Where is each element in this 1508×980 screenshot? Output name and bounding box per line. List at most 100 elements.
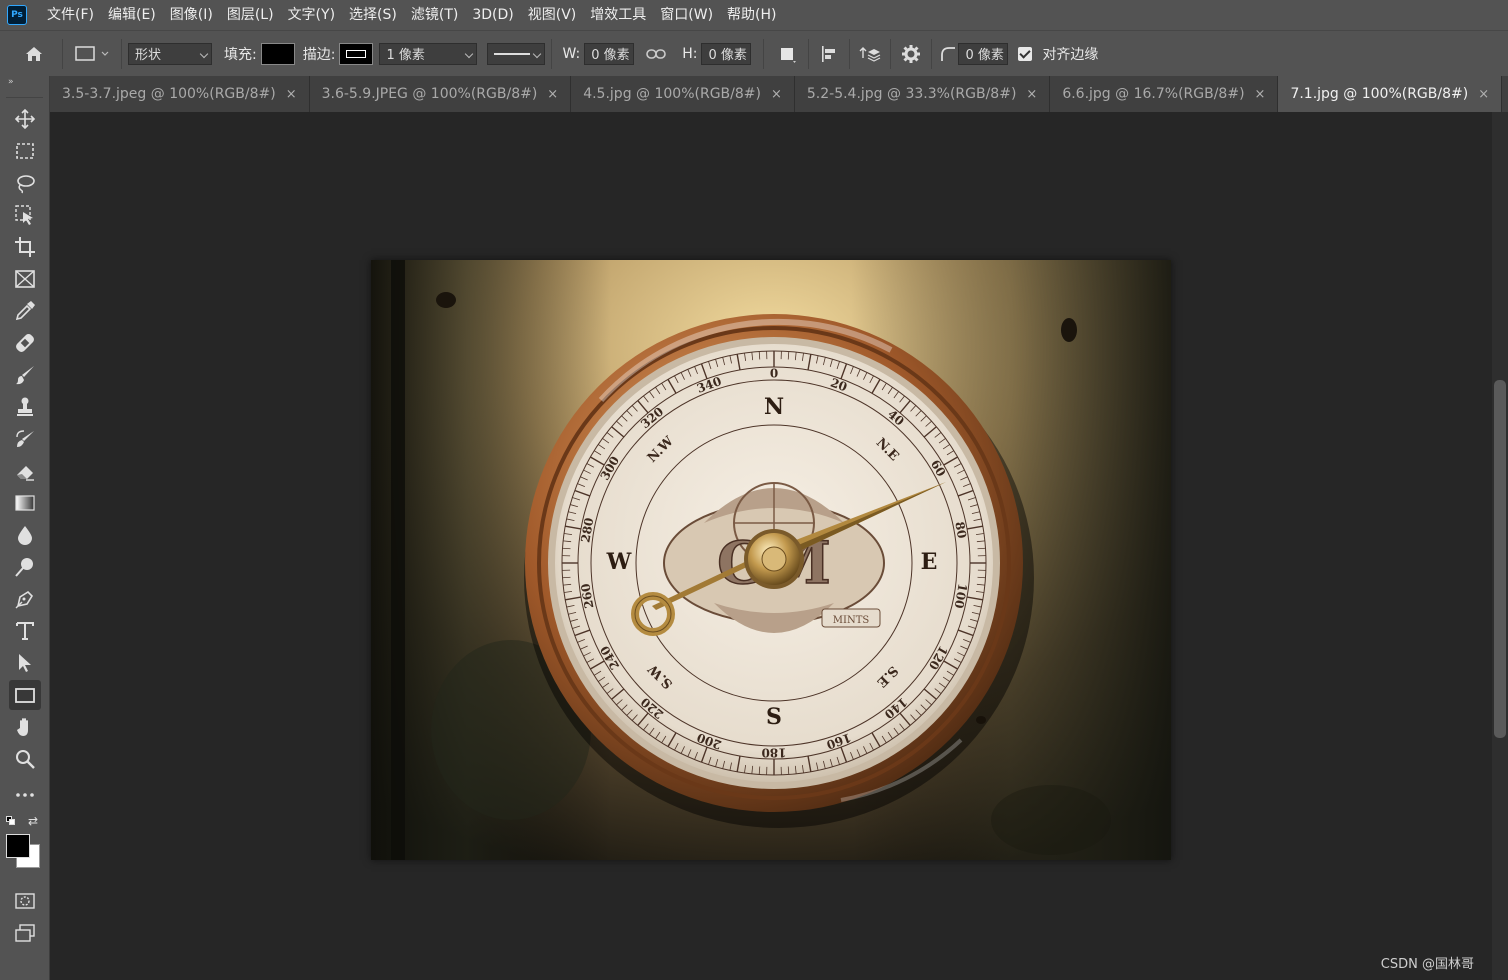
type-tool[interactable]: [9, 616, 41, 646]
menu-3d[interactable]: 3D(D): [465, 0, 520, 30]
path-alignment-button[interactable]: [815, 40, 843, 68]
photoshop-window: Ps 文件(F) 编辑(E) 图像(I) 图层(L) 文字(Y) 选择(S) 滤…: [0, 0, 1508, 980]
fill-color-swatch[interactable]: [260, 42, 295, 65]
scrollbar-thumb[interactable]: [1494, 380, 1506, 738]
bandage-icon: [16, 334, 34, 352]
vertical-scrollbar[interactable]: [1492, 112, 1508, 980]
menu-image[interactable]: 图像(I): [163, 0, 220, 30]
tool-preset-picker[interactable]: [69, 40, 115, 68]
expand-toolbox-button[interactable]: »: [0, 76, 49, 88]
menu-window[interactable]: 窗口(W): [653, 0, 720, 30]
document-tabs: 3.5-3.7.jpeg @ 100%(RGB/8#) × 3.6-5.9.JPE…: [50, 76, 1508, 112]
tab-document-1[interactable]: 3.5-3.7.jpeg @ 100%(RGB/8#) ×: [50, 76, 310, 112]
quick-mask-icon: [15, 893, 35, 909]
eraser-icon: [17, 466, 34, 481]
history-brush-tool[interactable]: [9, 424, 41, 454]
quick-mask-button[interactable]: [9, 886, 41, 916]
clone-stamp-tool[interactable]: [9, 392, 41, 422]
stroke-color-swatch[interactable]: [339, 42, 374, 65]
eraser-tool[interactable]: [9, 456, 41, 486]
close-icon[interactable]: ×: [1255, 87, 1266, 102]
menu-view[interactable]: 视图(V): [521, 0, 584, 30]
frame-tool[interactable]: [9, 264, 41, 294]
default-colors-button[interactable]: [6, 816, 15, 825]
screen-mode-button[interactable]: [9, 918, 41, 948]
close-icon[interactable]: ×: [547, 87, 558, 102]
stamp-icon: [17, 397, 33, 416]
stroke-type-select[interactable]: [487, 42, 546, 65]
canvas-workspace[interactable]: 0 20 40 60 80 100 120 140 160 180 200 220 240 260 280 3…: [50, 112, 1492, 980]
type-icon: [16, 622, 34, 640]
tab-label: 7.1.jpg @ 100%(RGB/8#): [1290, 86, 1469, 102]
align-edges-checkbox[interactable]: [1018, 46, 1033, 61]
solid-line-icon: [494, 52, 531, 55]
corner-radius-icon-wrap: [938, 40, 958, 68]
path-selection-tool[interactable]: [9, 648, 41, 678]
marquee-icon: [16, 143, 34, 159]
pen-tool[interactable]: [9, 584, 41, 614]
menu-plugins[interactable]: 增效工具: [583, 0, 653, 30]
tab-document-active[interactable]: 7.1.jpg @ 100%(RGB/8#) ×: [1278, 76, 1503, 112]
lasso-tool[interactable]: [9, 168, 41, 198]
tab-label: 3.5-3.7.jpeg @ 100%(RGB/8#): [62, 86, 276, 102]
link-dimensions-button[interactable]: [642, 40, 670, 68]
move-tool[interactable]: [9, 104, 41, 134]
crop-tool[interactable]: [9, 232, 41, 262]
cardinal-label: W: [606, 549, 632, 575]
path-arrangement-button[interactable]: [856, 40, 884, 68]
object-selection-tool[interactable]: [9, 200, 41, 230]
height-input[interactable]: 0 像素: [701, 42, 752, 65]
menu-filter[interactable]: 滤镜(T): [404, 0, 465, 30]
tab-document-5[interactable]: 6.6.jpg @ 16.7%(RGB/8#) ×: [1050, 76, 1279, 112]
width-label: W:: [562, 45, 581, 62]
gradient-tool[interactable]: [9, 488, 41, 518]
tab-document-2[interactable]: 3.6-5.9.JPEG @ 100%(RGB/8#) ×: [310, 76, 572, 112]
foreground-color-swatch[interactable]: [6, 834, 30, 858]
menu-help[interactable]: 帮助(H): [720, 0, 783, 30]
tab-document-3[interactable]: 4.5.jpg @ 100%(RGB/8#) ×: [571, 76, 795, 112]
brush-tool[interactable]: [9, 360, 41, 390]
width-input[interactable]: 0 像素: [584, 42, 635, 65]
frame-icon: [15, 270, 35, 288]
degree-tick: [562, 547, 571, 550]
close-icon[interactable]: ×: [1478, 87, 1489, 102]
corner-radius-input[interactable]: 0 像素: [958, 42, 1009, 65]
rectangle-tool[interactable]: [9, 680, 41, 710]
lasso-icon: [17, 175, 35, 194]
tab-label: 5.2-5.4.jpg @ 33.3%(RGB/8#): [806, 86, 1017, 102]
close-icon[interactable]: ×: [286, 87, 297, 102]
rectangular-marquee-tool[interactable]: [9, 136, 41, 166]
arrow-cursor-icon: [19, 654, 31, 672]
document-canvas[interactable]: 0 20 40 60 80 100 120 140 160 180 200 220 240 260 280 3…: [371, 260, 1171, 860]
degree-label: 180: [761, 746, 786, 760]
zoom-tool[interactable]: [9, 744, 41, 774]
eyedropper-tool[interactable]: [9, 296, 41, 326]
stroke-width-value: 1 像素: [386, 48, 425, 63]
menu-select[interactable]: 选择(S): [342, 0, 404, 30]
dodge-tool[interactable]: [9, 552, 41, 582]
swap-colors-icon[interactable]: ⇄: [28, 814, 38, 828]
blur-tool[interactable]: [9, 520, 41, 550]
close-icon[interactable]: ×: [771, 87, 782, 102]
compass-image: 0204060801001201401601802002202402602803…: [371, 260, 1171, 860]
tab-label: 4.5.jpg @ 100%(RGB/8#): [583, 86, 761, 102]
path-operations-button[interactable]: [774, 40, 802, 68]
home-button[interactable]: [20, 40, 48, 68]
close-icon[interactable]: ×: [1026, 87, 1037, 102]
move-icon: [14, 108, 36, 130]
menu-layer[interactable]: 图层(L): [220, 0, 281, 30]
dodge-icon: [15, 558, 33, 577]
geometry-options-button[interactable]: [897, 40, 925, 68]
degree-tick: [977, 576, 986, 579]
shape-mode-select[interactable]: 形状: [128, 42, 212, 65]
healing-brush-tool[interactable]: [9, 328, 41, 358]
degree-tick: [758, 766, 761, 775]
tab-document-4[interactable]: 5.2-5.4.jpg @ 33.3%(RGB/8#) ×: [795, 76, 1051, 112]
hand-tool[interactable]: [9, 712, 41, 742]
menu-edit[interactable]: 编辑(E): [101, 0, 163, 30]
stroke-width-input[interactable]: 1 像素: [379, 42, 478, 65]
menu-file[interactable]: 文件(F): [40, 0, 101, 30]
menu-type[interactable]: 文字(Y): [281, 0, 342, 30]
crop-icon: [15, 237, 35, 257]
edit-toolbar-button[interactable]: [9, 780, 41, 810]
